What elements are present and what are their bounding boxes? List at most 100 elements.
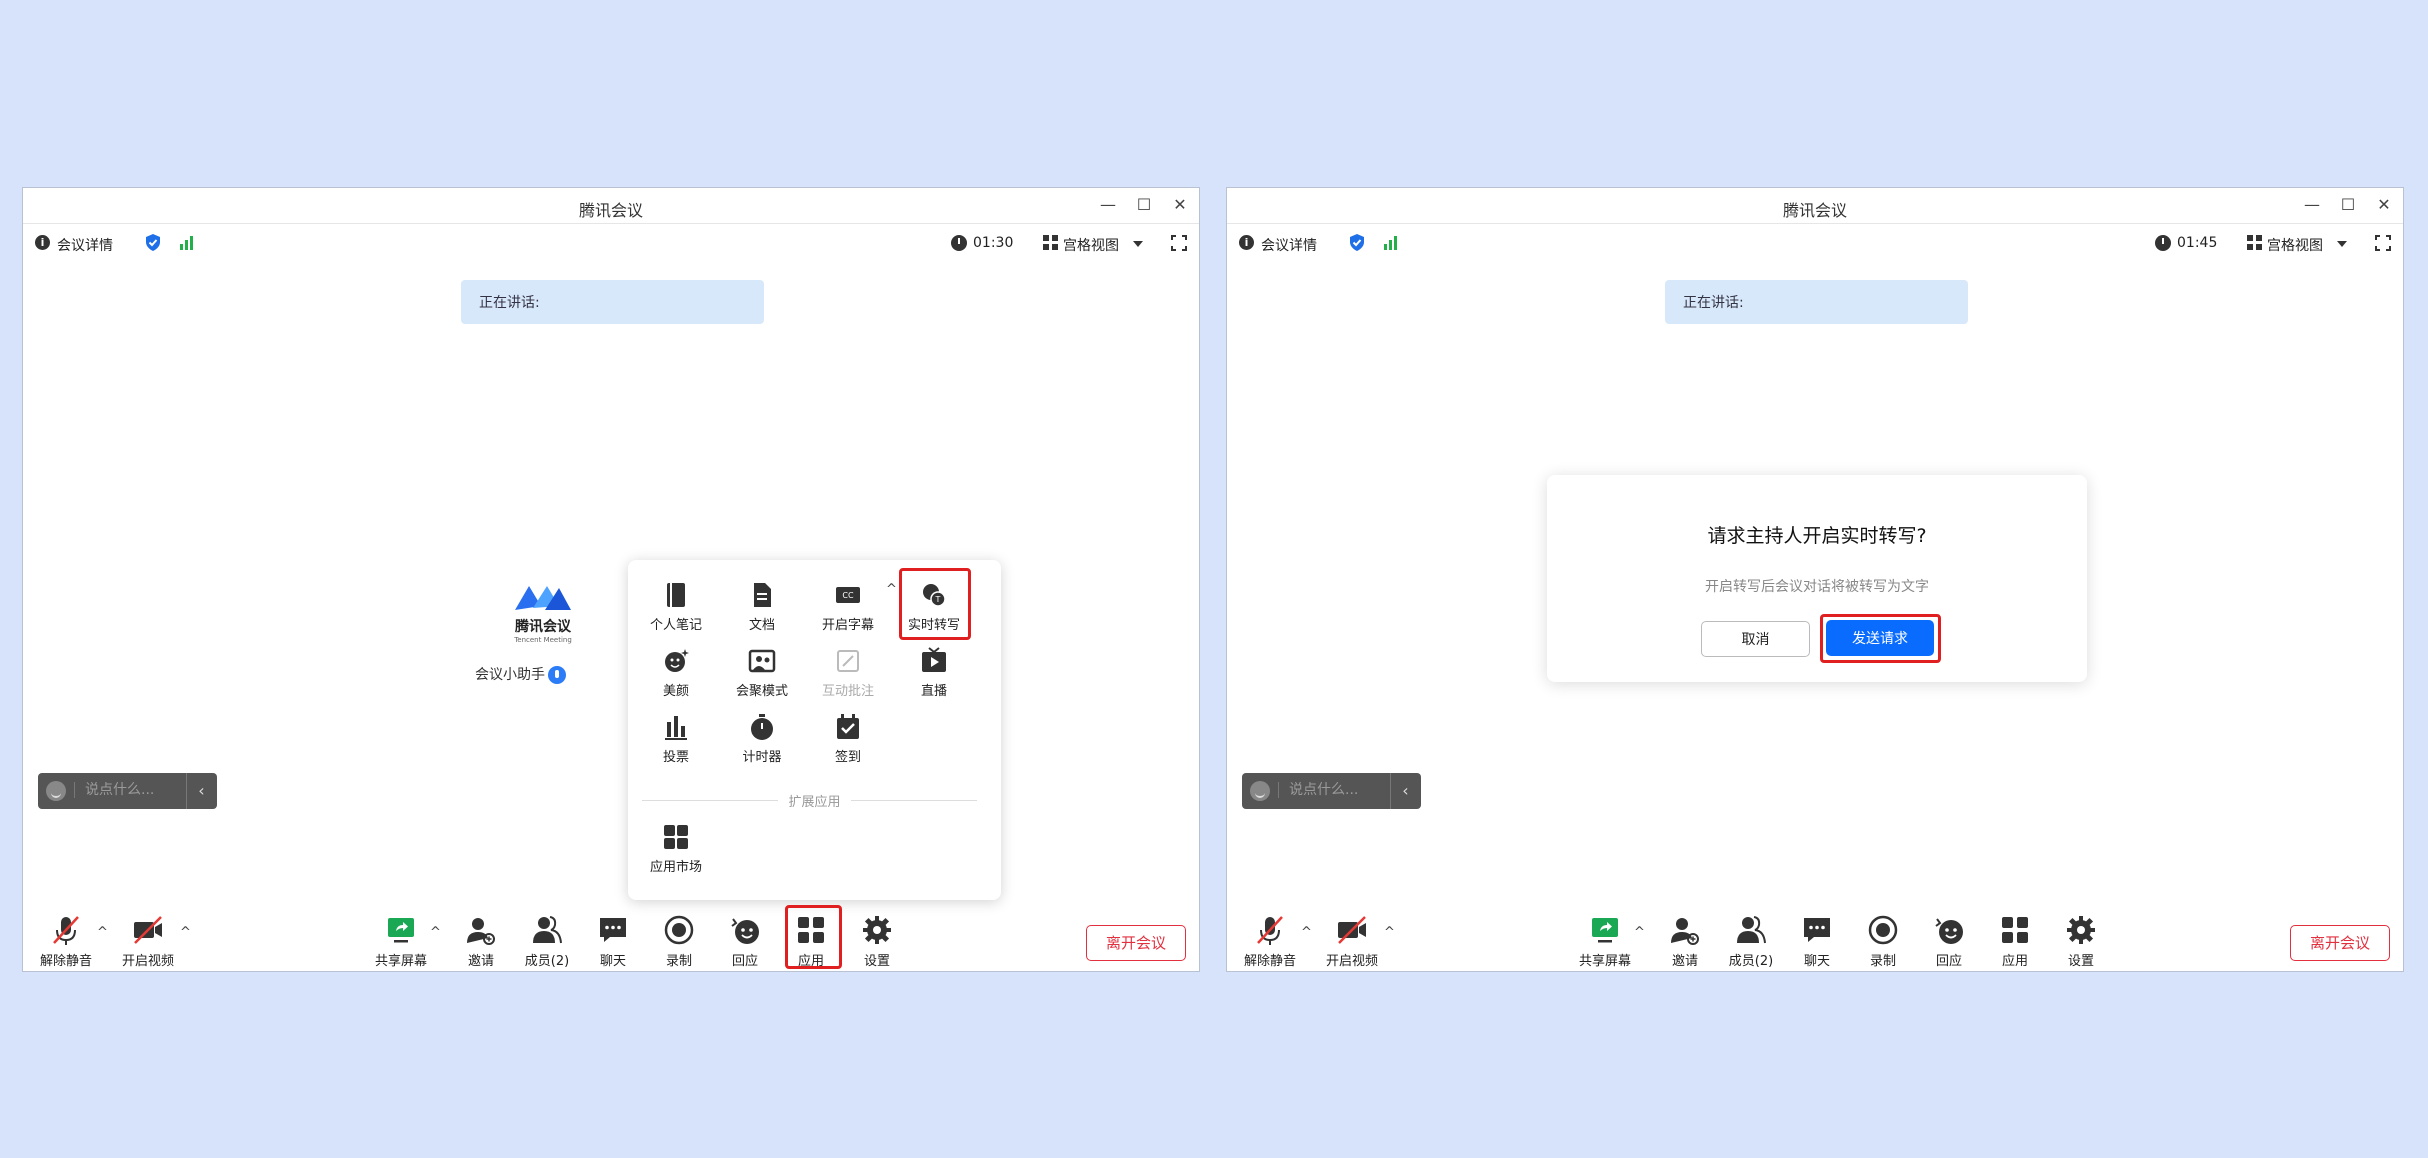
chat-input[interactable] (74, 782, 178, 798)
gear-icon (2067, 916, 2095, 944)
highlight-transcribe (899, 568, 971, 640)
info-icon[interactable]: i (35, 235, 50, 250)
view-mode-label[interactable]: 宫格视图 (1063, 235, 1119, 255)
invite-label: 邀请 (1671, 954, 1698, 969)
camera-off-icon (134, 916, 162, 944)
record-icon (664, 915, 694, 945)
title-bar: 腾讯会议 — ☐ ✕ (1227, 188, 2403, 224)
reaction-button[interactable]: 回应 (1914, 905, 1984, 971)
mute-label: 解除静音 (1243, 954, 1296, 969)
close-icon[interactable]: ✕ (2371, 192, 2397, 218)
app-together-mode[interactable]: 会聚模式 (720, 638, 804, 699)
shield-icon[interactable] (1349, 234, 1365, 251)
reaction-button[interactable]: 回应 (710, 905, 780, 971)
view-mode-label[interactable]: 宫格视图 (2267, 235, 2323, 255)
chat-button[interactable]: 聊天 (578, 905, 648, 971)
members-button[interactable]: 成员(2) (1716, 905, 1786, 971)
video-button[interactable]: 开启视频 (113, 905, 183, 971)
video-options-icon[interactable]: ^ (180, 925, 191, 940)
svg-text:CC: CC (842, 591, 854, 600)
chevron-left-icon[interactable]: ‹ (186, 773, 216, 809)
chat-label: 聊天 (1803, 954, 1830, 969)
mute-button[interactable]: 解除静音 (31, 905, 101, 971)
grid-view-icon[interactable] (1043, 235, 1058, 250)
app-caption[interactable]: CC 开启字幕 (806, 572, 890, 633)
maximize-icon[interactable]: ☐ (2335, 192, 2361, 218)
members-icon (1737, 916, 1766, 944)
video-options-icon[interactable]: ^ (1384, 925, 1395, 940)
mute-button[interactable]: 解除静音 (1235, 905, 1305, 971)
app-market[interactable]: 应用市场 (634, 814, 718, 875)
share-options-icon[interactable]: ^ (1634, 925, 1645, 940)
app-poll[interactable]: 投票 (634, 704, 718, 765)
invite-button[interactable]: 邀请 (1650, 905, 1720, 971)
participant-name: 会议小助手 (475, 664, 566, 684)
request-transcribe-dialog: 请求主持人开启实时转写? 开启转写后会议对话将被转写为文字 取消 发送请求 (1547, 475, 2087, 682)
chat-input-bar: ‹ (38, 773, 217, 809)
leave-meeting-button[interactable]: 离开会议 (1086, 925, 1186, 961)
app-checkin[interactable]: 签到 (806, 704, 890, 765)
app-beauty[interactable]: 美颜 (634, 638, 718, 699)
highlight-apps (785, 905, 842, 969)
grid-view-icon[interactable] (2247, 235, 2262, 250)
app-label: 签到 (834, 750, 861, 765)
shield-icon[interactable] (145, 234, 161, 251)
logo-icon (515, 586, 571, 610)
share-screen-button[interactable]: 共享屏幕 (366, 905, 436, 971)
meeting-detail-link[interactable]: 会议详情 (57, 235, 113, 255)
chat-input[interactable] (1278, 782, 1382, 798)
chevron-down-icon[interactable] (2337, 241, 2347, 247)
reaction-label: 回应 (1935, 954, 1962, 969)
chat-button[interactable]: 聊天 (1782, 905, 1852, 971)
fullscreen-icon[interactable] (2375, 235, 2391, 251)
audio-options-icon[interactable]: ^ (1301, 925, 1312, 940)
app-label: 文档 (748, 618, 775, 633)
settings-button[interactable]: 设置 (842, 905, 912, 971)
share-screen-icon (388, 918, 414, 943)
members-icon (533, 916, 562, 944)
cancel-button[interactable]: 取消 (1701, 621, 1810, 657)
info-icon[interactable]: i (1239, 235, 1254, 250)
share-screen-button[interactable]: 共享屏幕 (1570, 905, 1640, 971)
meeting-timer: 01:30 (973, 235, 1014, 251)
title-bar: 腾讯会议 — ☐ ✕ (23, 188, 1199, 224)
chevron-left-icon[interactable]: ‹ (1390, 773, 1420, 809)
logo-en-text: Tencent Meeting (514, 636, 572, 644)
maximize-icon[interactable]: ☐ (1131, 192, 1157, 218)
leave-meeting-button[interactable]: 离开会议 (2290, 925, 2390, 961)
together-mode-icon (748, 649, 776, 673)
app-live[interactable]: 直播 (892, 638, 976, 699)
video-button[interactable]: 开启视频 (1317, 905, 1387, 971)
share-options-icon[interactable]: ^ (430, 925, 441, 940)
record-button[interactable]: 录制 (1848, 905, 1918, 971)
meeting-window-right: 腾讯会议 — ☐ ✕ i 会议详情 01:45 宫格视图 正在讲话: 请求主持人… (1226, 187, 2404, 972)
mic-muted-icon (53, 916, 79, 945)
close-icon[interactable]: ✕ (1167, 192, 1193, 218)
app-timer[interactable]: 计时器 (720, 704, 804, 765)
members-button[interactable]: 成员(2) (512, 905, 582, 971)
info-bar: i 会议详情 01:30 宫格视图 (23, 224, 1199, 260)
app-notes[interactable]: 个人笔记 (634, 572, 718, 633)
speaking-indicator: 正在讲话: (1665, 280, 1968, 324)
beauty-icon (665, 649, 689, 672)
dialog-title: 请求主持人开启实时转写? (1707, 525, 1927, 547)
invite-button[interactable]: 邀请 (446, 905, 516, 971)
audio-options-icon[interactable]: ^ (97, 925, 108, 940)
chevron-down-icon[interactable] (1133, 241, 1143, 247)
apps-button[interactable]: 应用 (1980, 905, 2050, 971)
logo-cn-text: 腾讯会议 (515, 619, 571, 635)
reaction-icon (731, 918, 759, 944)
meeting-detail-link[interactable]: 会议详情 (1261, 235, 1317, 255)
emoji-icon[interactable] (46, 781, 66, 801)
app-document[interactable]: 文档 (720, 572, 804, 633)
emoji-icon[interactable] (1250, 781, 1270, 801)
bottom-toolbar: 解除静音 ^ 开启视频 ^ 共享屏幕 ^ 邀请 成员(2) 聊天 录制 回应 应… (23, 905, 1199, 971)
document-icon (754, 583, 771, 607)
minimize-icon[interactable]: — (1095, 192, 1121, 218)
app-label: 开启字幕 (821, 618, 874, 633)
record-button[interactable]: 录制 (644, 905, 714, 971)
minimize-icon[interactable]: — (2299, 192, 2325, 218)
ext-apps-heading: 扩展应用 (628, 791, 1001, 810)
settings-button[interactable]: 设置 (2046, 905, 2116, 971)
fullscreen-icon[interactable] (1171, 235, 1187, 251)
